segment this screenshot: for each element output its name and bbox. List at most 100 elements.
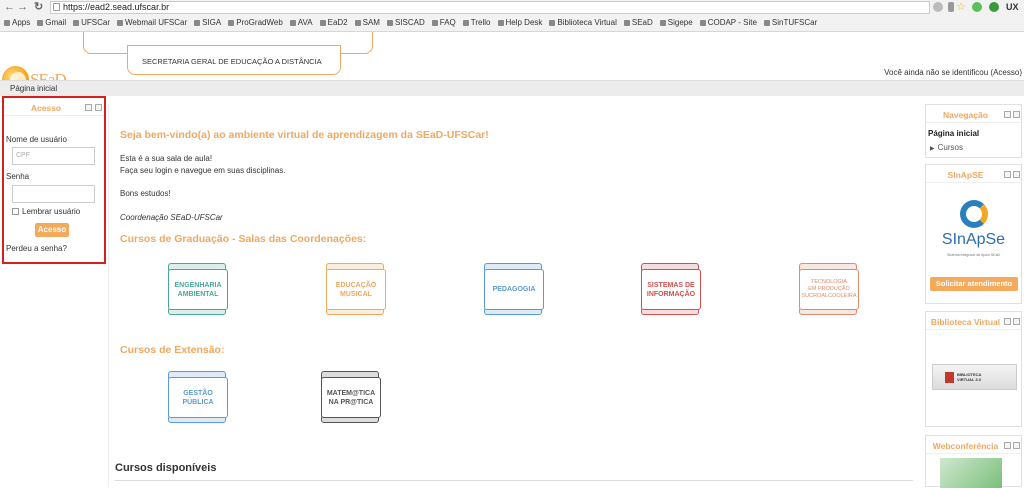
bookmark-icon [37,20,44,26]
address-bar[interactable]: https://ead2.sead.ufscar.br [50,1,930,14]
password-input[interactable] [12,185,95,203]
login-info: Você ainda não se identificou (Acesso) [884,68,1022,77]
dock-icon[interactable] [1004,442,1011,449]
bookmark-item[interactable]: AVA [289,16,313,30]
forgot-password-link[interactable]: Perdeu a senha? [6,244,67,253]
bookmark-item[interactable]: Help Desk [497,16,542,30]
forward-icon[interactable]: → [17,1,28,13]
collapse-icon[interactable] [1013,111,1020,118]
ext-heading: Cursos de Extensão: [120,344,225,356]
grad-course-card[interactable]: ENGENHARIA AMBIENTAL [168,263,228,315]
bookmark-item[interactable]: FAQ [431,16,456,30]
biblioteca-block: Biblioteca Virtual BIBLIOTECA VIRTUAL 3.… [925,311,1022,427]
sinapse-logo-sub: Sistema Integrado de Apoio SEaD [946,253,1001,257]
ext-course-card[interactable]: GESTÃO PÚBLICA [168,371,228,423]
main-content: Seja bem-vindo(a) ao ambiente virtual de… [108,104,918,487]
bookmark-item[interactable]: Biblioteca Virtual [549,16,617,30]
bookmark-icon [462,20,469,26]
remember-checkbox[interactable] [12,208,19,215]
bookmark-item[interactable]: EaD2 [319,16,348,30]
bookmark-item[interactable]: Sigepe [659,16,693,30]
grad-course-card[interactable]: TECNOLOGIA EM PRODUÇÃO SUCROALCOOLEIRA [799,263,859,315]
bookmark-icon [623,20,630,26]
dock-icon[interactable] [1004,318,1011,325]
intro-line2: Faça seu login e navegue em suas discipl… [120,166,286,175]
username-input[interactable]: CPF [12,147,95,165]
collapse-icon[interactable] [1013,171,1020,178]
course-label: GESTÃO PÚBLICA [168,377,228,418]
triangle-icon: ▶ [930,146,935,152]
breadcrumb-home[interactable]: Página inicial [10,84,57,93]
login-block: Acesso Nome de usuário CPF Senha Lembrar… [2,96,106,264]
bookmark-icon [354,20,361,26]
extension-icon[interactable] [972,2,982,12]
browser-chrome: ← → ↻ https://ead2.sead.ufscar.br ☆ UX A… [0,0,1024,32]
sinapse-logo-icon [960,200,988,228]
grad-course-card[interactable]: PEDAGOGIA [484,263,544,315]
dock-icon[interactable] [1004,111,1011,118]
book-icon [945,372,954,383]
biblioteca-logo[interactable]: BIBLIOTECA VIRTUAL 3.0 [932,364,1017,390]
navigation-block: Navegação Página inicial ▶ Cursos [925,104,1022,158]
collapse-icon[interactable] [95,104,102,111]
dock-icon[interactable] [85,104,92,111]
course-label: SISTEMAS DE INFORMAÇÃO [641,269,701,310]
nav-courses[interactable]: ▶ Cursos [930,143,963,152]
reload-icon[interactable]: ↻ [34,1,43,13]
course-label: MATEM@TICA NA PR@TICA [321,377,381,418]
navigation-block-title: Navegação [943,110,988,120]
intro-line1: Esta é a sua sala de aula! [120,154,213,163]
bookmark-item[interactable]: SISCAD [386,16,425,30]
biblioteca-block-header: Biblioteca Virtual [926,312,1021,330]
bookmark-item[interactable]: ProGradWeb [228,16,283,30]
bookmark-icon [431,20,438,26]
bookmark-icon [4,20,10,26]
grad-course-card[interactable]: SISTEMAS DE INFORMAÇÃO [641,263,701,315]
webconf-block: Webconferência [925,435,1022,488]
login-link[interactable]: Acesso [993,68,1019,77]
star-icon[interactable]: ☆ [956,1,966,13]
bookmark-item[interactable]: SEaD [623,16,653,30]
url-text: https://ead2.sead.ufscar.br [63,2,170,12]
course-label: EDUCAÇÃO MUSICAL [326,269,386,310]
ux-icon[interactable]: UX [1006,1,1019,13]
password-label: Senha [6,172,30,181]
navigation-block-header: Navegação [926,105,1021,123]
biblioteca-block-title: Biblioteca Virtual [930,317,1001,327]
bookmark-item[interactable]: Trello [462,16,491,30]
solicitar-atendimento-button[interactable]: Solicitar atendimento [930,277,1018,291]
username-label: Nome de usuário [6,135,67,144]
collapse-icon[interactable] [1013,442,1020,449]
bookmark-item[interactable]: Gmail [37,16,66,30]
back-icon[interactable]: ← [4,1,15,13]
bookmark-icon [699,20,706,26]
login-button[interactable]: Acesso [35,223,69,237]
login-block-header: Acesso [4,98,104,116]
pin-icon[interactable] [948,2,954,12]
collapse-icon[interactable] [1013,318,1020,325]
bookmark-item[interactable]: SinTUFSCar [763,16,817,30]
bookmark-icon [73,20,80,26]
bookmark-item[interactable]: SAM [354,16,380,30]
bookmark-item[interactable]: Webmail UFSCar [117,16,187,30]
bookmark-item[interactable]: Apps [4,16,30,30]
bookmark-icon [289,20,296,26]
sinapse-block-header: SInApSE [926,165,1021,183]
course-label: TECNOLOGIA EM PRODUÇÃO SUCROALCOOLEIRA [799,269,859,310]
bookmark-item[interactable]: UFSCar [73,16,110,30]
course-label: ENGENHARIA AMBIENTAL [168,269,228,310]
bookmark-icon [763,20,770,26]
nav-home[interactable]: Página inicial [928,129,979,138]
bookmark-item[interactable]: SIGA [194,16,221,30]
bookmark-icon [228,20,235,26]
grad-course-card[interactable]: EDUCAÇÃO MUSICAL [326,263,386,315]
webconf-block-title: Webconferência [932,441,999,451]
ext-course-card[interactable]: MATEM@TICA NA PR@TICA [321,371,381,423]
bookmark-icon [497,20,504,26]
lock-icon [53,3,60,11]
bookmark-item[interactable]: CODAP - Site [699,16,757,30]
shield-icon[interactable] [933,2,943,12]
webconf-image[interactable] [940,458,1002,488]
extension2-icon[interactable] [989,2,999,12]
dock-icon[interactable] [1004,171,1011,178]
